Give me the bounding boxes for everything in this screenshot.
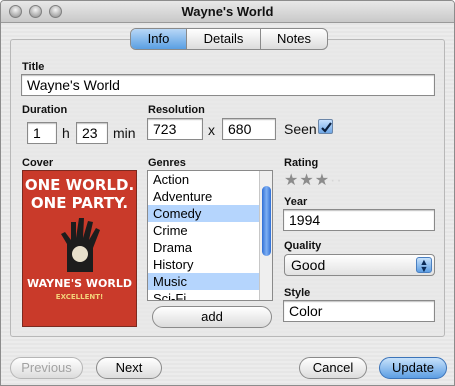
movie-editor-window: Wayne's World Info Details Notes Title W… <box>0 0 455 386</box>
resolution-separator: x <box>208 122 215 138</box>
poster-line-3: WAYNE'S WORLD <box>27 277 132 290</box>
tab-bar: Info Details Notes <box>130 28 328 50</box>
hand-icon <box>61 218 100 272</box>
duration-minutes-field[interactable]: 23 <box>76 122 108 144</box>
seen-checkbox[interactable] <box>318 119 333 134</box>
add-genre-button[interactable]: add <box>152 306 272 328</box>
title-label: Title <box>22 61 45 73</box>
list-item[interactable]: Crime <box>148 222 260 239</box>
previous-button[interactable]: Previous <box>10 357 83 379</box>
style-label: Style <box>284 287 311 299</box>
checkmark-icon <box>321 122 332 133</box>
resolution-height-field[interactable]: 680 <box>222 118 276 140</box>
title-bar: Wayne's World <box>1 1 454 23</box>
list-item[interactable]: Drama <box>148 239 260 256</box>
quality-selected-value: Good <box>291 257 326 273</box>
style-field[interactable]: Color <box>283 300 435 322</box>
list-item[interactable]: Adventure <box>148 188 260 205</box>
quality-label: Quality <box>284 240 322 252</box>
rating-label: Rating <box>284 157 319 169</box>
genres-label: Genres <box>148 157 186 169</box>
poster-line-1: ONE WORLD. <box>24 176 135 194</box>
star-icon[interactable]: ★ <box>299 172 314 189</box>
year-field[interactable]: 1994 <box>283 209 435 231</box>
tab-details[interactable]: Details <box>187 29 261 49</box>
poster-line-2: ONE PARTY. <box>30 194 129 212</box>
duration-hours-field[interactable]: 1 <box>27 122 57 144</box>
year-label: Year <box>284 196 308 208</box>
tab-info[interactable]: Info <box>131 29 187 49</box>
scrollbar-thumb[interactable] <box>262 186 271 256</box>
cancel-button[interactable]: Cancel <box>299 357 367 379</box>
cover-label: Cover <box>22 157 54 169</box>
next-button[interactable]: Next <box>96 357 162 379</box>
list-item[interactable]: Comedy <box>148 205 260 222</box>
quality-select[interactable]: Good ▲ ▼ <box>284 254 435 276</box>
title-field[interactable]: Wayne's World <box>21 74 435 96</box>
list-item[interactable]: History <box>148 256 260 273</box>
cover-image[interactable]: ONE WORLD. ONE PARTY. WAYNE'S WORLD EXCE… <box>22 170 137 327</box>
list-item[interactable]: Action <box>148 171 260 188</box>
window-title: Wayne's World <box>181 4 274 19</box>
updown-arrows-icon: ▲ ▼ <box>416 257 432 274</box>
list-item[interactable]: Sci-Fi <box>148 290 260 300</box>
minutes-unit: min <box>113 125 136 141</box>
star-icon[interactable]: · <box>336 172 342 189</box>
hours-unit: h <box>62 125 70 141</box>
seen-label: Seen <box>284 121 317 137</box>
resolution-width-field[interactable]: 723 <box>147 118 203 140</box>
genres-list[interactable]: Action Adventure Comedy Crime Drama Hist… <box>147 170 273 301</box>
poster-line-4: EXCELLENT! <box>55 293 104 301</box>
list-item[interactable]: Music <box>148 273 260 290</box>
star-icon[interactable]: ★ <box>284 172 299 189</box>
tab-notes[interactable]: Notes <box>261 29 327 49</box>
update-button[interactable]: Update <box>379 357 447 379</box>
duration-label: Duration <box>22 104 68 116</box>
star-icon[interactable]: ★ <box>315 172 330 189</box>
genres-scrollbar[interactable] <box>259 171 272 300</box>
resolution-label: Resolution <box>148 104 205 116</box>
rating-stars[interactable]: ★★★·· <box>284 170 343 190</box>
